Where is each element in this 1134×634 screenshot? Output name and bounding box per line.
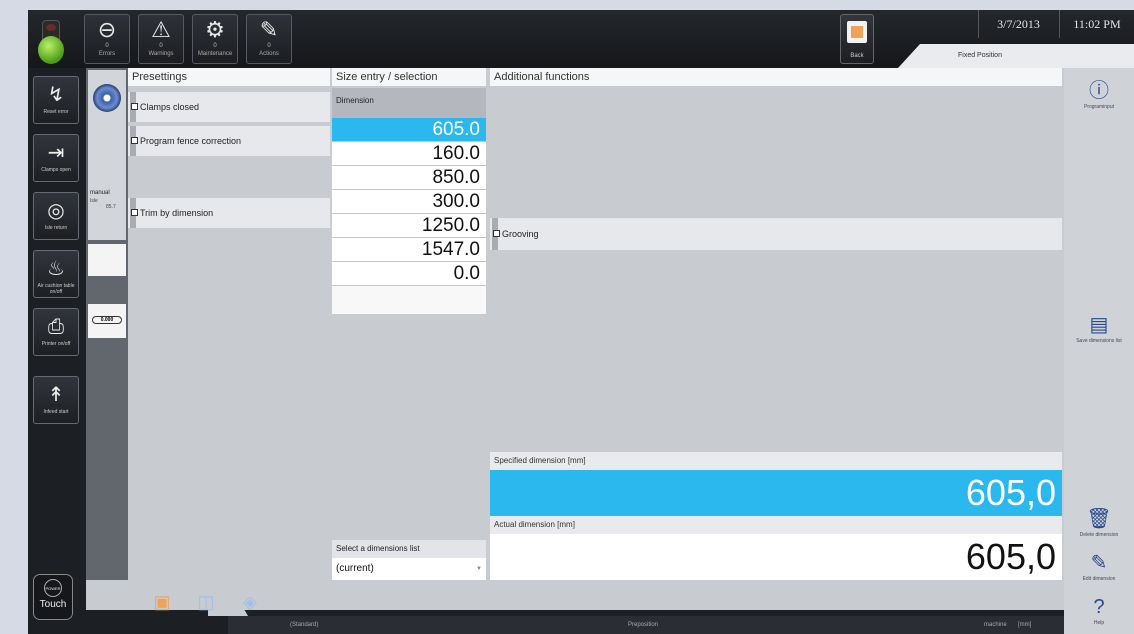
app-frame: ⊖ 0 Errors ⚠ 0 Warnings ⚙ 0 Maintenance … bbox=[28, 10, 1134, 634]
presettings-panel: Presettings Clamps closed Program fence … bbox=[128, 68, 330, 580]
printer-button[interactable]: ⎙ Printer on/off bbox=[33, 308, 79, 356]
additional-functions-title: Additional functions bbox=[490, 68, 1062, 86]
warning-icon: ⚠ bbox=[151, 17, 171, 42]
dimension-row[interactable]: 1547.0 bbox=[332, 238, 486, 262]
program-thumbnails: manual Isle 85.7 0.000 bbox=[86, 68, 128, 580]
split-view-icon[interactable]: ◫ bbox=[194, 590, 218, 614]
minus-circle-icon: ⊖ bbox=[97, 17, 117, 42]
program-view-icon[interactable]: ▣ bbox=[150, 590, 174, 614]
main-content: manual Isle 85.7 0.000 Presettings Clamp… bbox=[86, 68, 1064, 610]
dropdown-arrow-icon: ▼ bbox=[476, 566, 482, 572]
top-bar: ⊖ 0 Errors ⚠ 0 Warnings ⚙ 0 Maintenance … bbox=[28, 10, 1134, 68]
specified-dimension-value[interactable]: 605,0 bbox=[490, 470, 1062, 516]
checkbox[interactable] bbox=[131, 209, 138, 216]
program-thumbnail-3[interactable]: 0.000 bbox=[88, 304, 126, 338]
layers-icon[interactable]: ◈ bbox=[238, 590, 262, 614]
power-touch-button[interactable]: POWER Touch bbox=[33, 574, 73, 620]
specified-dimension-label: Specified dimension [mm] bbox=[490, 452, 1062, 470]
back-icon bbox=[847, 21, 867, 43]
actions-button[interactable]: ✎ 0 Actions bbox=[246, 14, 292, 64]
status-bar: (Standard) Preposition machine [mm] bbox=[228, 616, 1064, 634]
edit-icon: ✎ bbox=[1090, 552, 1108, 574]
clamps-open-button[interactable]: ⇥ Clamps open bbox=[33, 134, 79, 182]
preset-trim-by-dimension[interactable]: Trim by dimension bbox=[128, 198, 330, 228]
checkbox[interactable] bbox=[493, 230, 500, 237]
infeed-icon: ↟ bbox=[47, 384, 65, 406]
dimension-row[interactable]: 1250.0 bbox=[332, 214, 486, 238]
status-preposition: Preposition bbox=[628, 622, 659, 628]
help-button[interactable]: ? Help bbox=[1068, 590, 1130, 634]
disc-icon bbox=[93, 84, 121, 112]
program-thumbnail-2[interactable] bbox=[88, 244, 126, 276]
trash-icon: 🗑 bbox=[1086, 508, 1112, 530]
actions-icon: ✎ bbox=[259, 17, 279, 42]
status-standard: (Standard) bbox=[290, 622, 319, 628]
save-dimensions-list-button[interactable]: ▤ Save dimensions list bbox=[1068, 308, 1130, 358]
status-unit-label: machine bbox=[984, 622, 1007, 628]
dimension-row[interactable]: 605.0 bbox=[332, 118, 486, 142]
help-icon: ? bbox=[1093, 596, 1105, 618]
warnings-button[interactable]: ⚠ 0 Warnings bbox=[138, 14, 184, 64]
delete-dimension-button[interactable]: 🗑 Delete dimension bbox=[1068, 502, 1130, 552]
errors-button[interactable]: ⊖ 0 Errors bbox=[84, 14, 130, 64]
save-icon: ▤ bbox=[1089, 314, 1109, 336]
additional-functions-panel: Additional functions Grooving Specified … bbox=[490, 68, 1064, 580]
printer-icon: ⎙ bbox=[48, 316, 64, 338]
presettings-title: Presettings bbox=[128, 68, 330, 86]
info-icon: ⓘ bbox=[1089, 80, 1109, 102]
dimensions-list-select[interactable]: (current) ▼ bbox=[332, 558, 486, 580]
preset-fence-correction[interactable]: Program fence correction bbox=[128, 126, 330, 156]
program-thumbnail[interactable]: manual Isle 85.7 bbox=[88, 70, 126, 240]
edit-dimension-button[interactable]: ✎ Edit dimension bbox=[1068, 546, 1130, 596]
mode-tab[interactable]: Fixed Position bbox=[898, 44, 1134, 68]
right-sidebar: ⓘ Programinput ▤ Save dimensions list 🗑 … bbox=[1064, 68, 1134, 634]
time-display: 11:02 PM bbox=[1059, 10, 1134, 38]
size-entry-panel: Size entry / selection Dimension 605.0 1… bbox=[332, 68, 486, 580]
grooving-option[interactable]: Grooving bbox=[490, 218, 1062, 250]
select-list-label: Select a dimensions list bbox=[332, 540, 486, 558]
size-entry-title: Size entry / selection bbox=[332, 68, 486, 86]
dimension-row[interactable]: 160.0 bbox=[332, 142, 486, 166]
dimension-row[interactable]: 300.0 bbox=[332, 190, 486, 214]
dimension-row[interactable]: 0.0 bbox=[332, 262, 486, 286]
infeed-start-button[interactable]: ↟ Infeed start bbox=[33, 376, 79, 424]
isle-return-icon: ◎ bbox=[47, 200, 65, 222]
dimension-row[interactable]: 850.0 bbox=[332, 166, 486, 190]
checkbox[interactable] bbox=[131, 137, 138, 144]
actual-dimension-value: 605,0 bbox=[490, 534, 1062, 580]
power-logo-icon: POWER bbox=[44, 579, 62, 597]
maintenance-button[interactable]: ⚙ 0 Maintenance bbox=[192, 14, 238, 64]
back-button[interactable]: Back bbox=[840, 14, 874, 64]
actual-dimension-label: Actual dimension [mm] bbox=[490, 516, 1062, 534]
reset-error-icon: ↯ bbox=[47, 84, 65, 106]
date-display: 3/7/2013 bbox=[978, 10, 1058, 38]
reset-error-button[interactable]: ↯ Reset error bbox=[33, 76, 79, 124]
status-unit: [mm] bbox=[1018, 622, 1032, 628]
preset-clamps-closed[interactable]: Clamps closed bbox=[128, 92, 330, 122]
status-light-icon bbox=[36, 16, 66, 64]
clamp-icon: ⇥ bbox=[47, 142, 65, 164]
dimension-column-header: Dimension bbox=[332, 88, 486, 118]
air-cushion-icon: ♨ bbox=[47, 258, 65, 280]
air-cushion-button[interactable]: ♨ Air cushion table on/off bbox=[33, 250, 79, 298]
program-input-button[interactable]: ⓘ Programinput bbox=[1068, 74, 1130, 124]
checkbox[interactable] bbox=[131, 103, 138, 110]
maintenance-icon: ⚙ bbox=[205, 17, 225, 42]
isle-return-button[interactable]: ◎ Isle return bbox=[33, 192, 79, 240]
dimension-list: 605.0 160.0 850.0 300.0 1250.0 1547.0 0.… bbox=[332, 118, 486, 314]
